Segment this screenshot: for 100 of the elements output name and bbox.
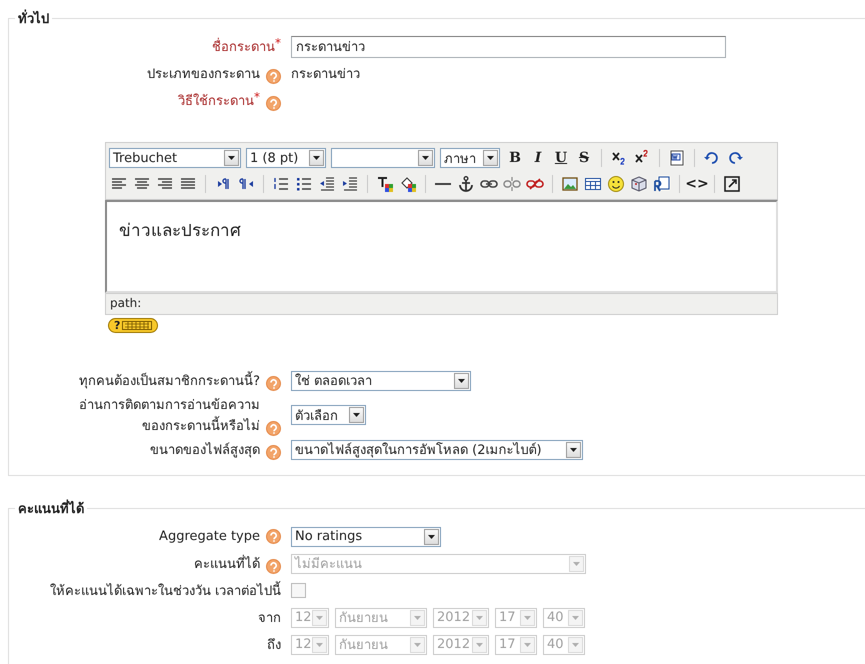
dropdown-arrow-icon <box>524 642 531 646</box>
help-icon[interactable] <box>266 529 281 544</box>
editor-content[interactable]: ข่าวและประกาศ <box>105 200 778 293</box>
text-color-button[interactable] <box>375 174 395 194</box>
field-label: ถึง <box>267 637 281 655</box>
dropdown-arrow-icon <box>487 156 494 160</box>
field-label: ขนาดของไฟล์สูงสุด <box>150 441 260 460</box>
redo-icon <box>726 149 744 167</box>
help-icon[interactable] <box>266 445 281 460</box>
dropdown-arrow-icon <box>414 642 421 646</box>
section-legend: คะแนนที่ได้ <box>15 498 87 519</box>
field-label: ทุกคนต้องเป็นสมาชิกกระดานนี้? <box>79 370 260 391</box>
help-icon[interactable] <box>266 96 281 111</box>
dropdown-arrow-icon <box>524 616 531 620</box>
field-label: ประเภทของกระดาน <box>147 66 260 84</box>
bold-button[interactable]: B <box>505 148 525 168</box>
dropdown[interactable]: ใช่ ตลอดเวลา <box>291 370 471 390</box>
dropdown-value: No ratings <box>294 529 364 544</box>
dropdown-arrow-icon <box>316 642 323 646</box>
field-label: จาก <box>258 610 281 628</box>
dropdown-value: ใช่ ตลอดเวลา <box>294 372 374 391</box>
field-label: อ่านการติดตามการอ่านข้อความ ของกระดานนี้หรือไม่ <box>79 397 260 436</box>
dropdown-value: 17 <box>498 610 517 625</box>
smiley-icon <box>607 175 625 193</box>
bullet-list-icon <box>295 175 313 193</box>
text-color-icon <box>376 175 394 193</box>
field-label: Aggregate type <box>159 529 260 544</box>
dropdown-value: ไม่มีคะแนน <box>293 555 363 574</box>
dropdown-arrow-icon <box>316 616 323 620</box>
keyboard-icon <box>122 321 152 330</box>
dropdown-value: 2012 <box>436 637 472 652</box>
fullscreen-icon <box>723 175 741 193</box>
text-field[interactable]: กระดานข่าว <box>291 36 726 58</box>
background-color-icon <box>399 175 417 193</box>
outdent-icon <box>318 175 336 193</box>
dropdown-value: 40 <box>546 637 565 652</box>
checkbox[interactable] <box>291 583 306 598</box>
editor-path-bar: path: <box>105 293 778 315</box>
dropdown-arrow-icon <box>353 413 360 417</box>
editor-help-button[interactable]: ? <box>108 318 158 333</box>
field-label: คะแนนที่ได้ <box>194 553 260 574</box>
dropdown-value: 12 <box>294 610 312 625</box>
underline-button[interactable]: U <box>551 148 571 168</box>
dropdown-value: ตัวเลือก <box>294 408 339 426</box>
undo-icon <box>703 149 721 167</box>
word-icon <box>668 149 686 167</box>
image-icon <box>561 175 579 193</box>
ordered-list-icon <box>272 175 290 193</box>
dropdown-value: 1 (8 pt) <box>249 150 300 166</box>
dropdown-arrow-icon <box>422 156 429 160</box>
dropdown-arrow-icon <box>414 616 421 620</box>
anchor-icon <box>457 175 475 193</box>
dropdown-arrow-icon <box>458 378 465 382</box>
dropdown[interactable]: 1 (8 pt) <box>246 148 326 168</box>
help-icon[interactable] <box>266 421 281 436</box>
dropdown-value: 2012 <box>436 610 472 625</box>
search-replace-button[interactable] <box>652 174 672 194</box>
dropdown[interactable] <box>331 148 435 168</box>
dropdown[interactable]: ขนาดไฟล์สูงสุดในการอัพโหลด (2เมกะไบต์) <box>291 440 583 460</box>
dropdown-arrow-icon <box>476 642 483 646</box>
italic-button[interactable]: I <box>528 148 548 168</box>
special-char-button[interactable] <box>629 174 649 194</box>
fullscreen-button[interactable] <box>722 174 742 194</box>
rule-icon <box>435 183 451 185</box>
dropdown-value: 12 <box>294 637 312 652</box>
dropdown-arrow-icon <box>572 616 579 620</box>
dropdown-arrow-icon <box>228 156 235 160</box>
dropdown-value: 40 <box>546 610 565 625</box>
smiley-button[interactable] <box>606 174 626 194</box>
dropdown-arrow-icon <box>572 642 579 646</box>
indent-icon <box>341 175 359 193</box>
dropdown-arrow-icon <box>476 616 483 620</box>
table-icon <box>584 175 602 193</box>
dropdown[interactable]: ตัวเลือก <box>291 405 366 425</box>
dropdown[interactable]: Trebuchet <box>109 148 241 168</box>
dropdown[interactable]: No ratings <box>291 526 441 546</box>
dropdown-arrow-icon <box>428 534 435 538</box>
field-value: กระดานข่าว <box>291 66 360 84</box>
help-icon[interactable] <box>266 69 281 84</box>
strike-button[interactable]: S <box>574 148 594 168</box>
dropdown-arrow-icon <box>313 156 320 160</box>
search-replace-icon <box>653 175 671 193</box>
field-label: ชื่อกระดาน* <box>212 36 281 57</box>
special-char-icon <box>630 175 648 193</box>
dropdown[interactable]: ภาษา <box>440 148 500 168</box>
dropdown-arrow-icon <box>573 562 580 566</box>
anchor-button[interactable] <box>456 174 476 194</box>
dropdown-arrow-icon <box>570 448 577 452</box>
section-legend: ทั่วไป <box>15 8 52 29</box>
dropdown-value: ขนาดไฟล์สูงสุดในการอัพโหลด (2เมกะไบต์) <box>294 441 543 460</box>
unlink-icon <box>503 175 521 193</box>
dropdown-value: กันยายน <box>338 637 389 655</box>
dropdown-value: ภาษา <box>443 150 477 168</box>
help-icon[interactable] <box>266 376 281 391</box>
dropdown-value: Trebuchet <box>112 150 178 166</box>
dropdown-value: กันยายน <box>338 610 389 628</box>
field-label: ให้คะแนนได้เฉพาะในช่วงวัน เวลาต่อไปนี้ <box>50 580 281 601</box>
field-label: วิธีใช้กระดาน* <box>178 90 260 111</box>
html-button[interactable]: <> <box>687 174 707 194</box>
dropdown-value: 17 <box>498 637 517 652</box>
